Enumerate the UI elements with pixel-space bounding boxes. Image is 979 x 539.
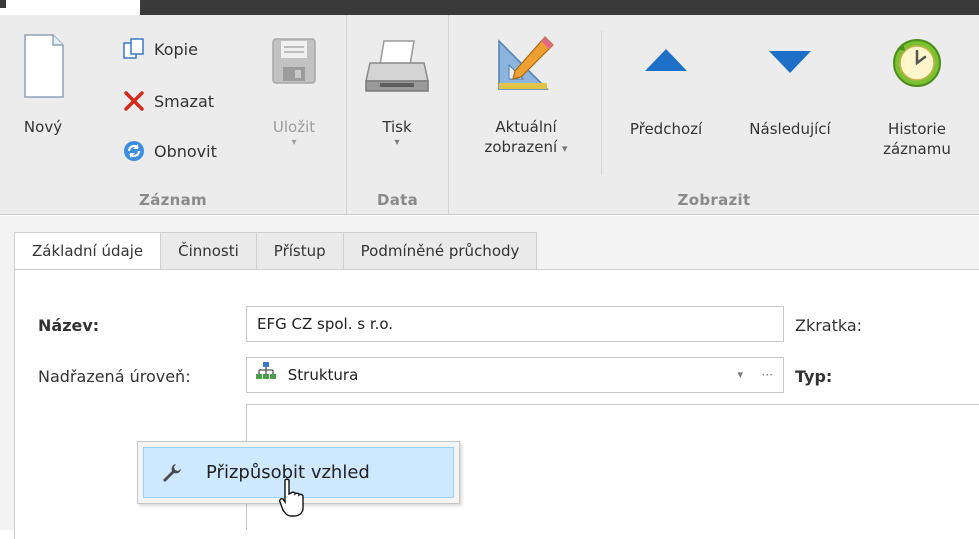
aktualni-label-line2-wrap: zobrazení ▾ [463,137,589,159]
nadrazena-ellipsis-button[interactable]: ··· [762,358,773,392]
tisk-dropdown-caret[interactable]: ▾ [361,137,433,149]
ribbon-group-zobrazit: Aktuální zobrazení ▾ Předchozí Následují… [449,15,979,215]
historie-zaznamu-button[interactable]: Historie záznamu [867,37,967,159]
nadrazena-dropdown-caret[interactable]: ▾ [737,358,743,392]
group-label-data: Data [376,191,419,209]
tab-strip: Základní údaje Činnosti Přístup Podmíněn… [14,232,538,270]
ribbon: Nový Kopie Smazat Obnovit Uložit ▾ Zázna… [0,15,979,215]
historie-label-line1: Historie [888,120,946,138]
nasledujici-label: Následující [749,120,831,138]
history-clock-icon [893,39,941,87]
novy-button[interactable]: Nový [14,33,72,137]
historie-label-line2: záznamu [883,140,951,158]
nazev-label: Název: [38,316,100,335]
refresh-icon [122,139,146,163]
group-label-zaznam: Záznam [139,191,207,209]
nasledujici-button[interactable]: Následující [731,37,849,139]
copy-icon [122,37,146,61]
title-strip-mark [0,0,6,8]
ulozit-button[interactable]: Uložit ▾ [262,37,326,149]
smazat-label: Smazat [154,91,215,111]
predchozi-button[interactable]: Předchozí [611,37,721,139]
org-structure-icon [255,359,277,393]
title-strip-dark [140,0,979,15]
kopie-label: Kopie [154,39,198,59]
typ-label: Typ: [795,367,833,386]
printer-icon [365,40,429,92]
tab-zakladni-udaje[interactable]: Základní údaje [14,232,162,270]
delete-x-icon [122,89,146,113]
mouse-pointer-icon [279,478,304,517]
zkratka-label: Zkratka: [795,316,863,335]
obnovit-button[interactable]: Obnovit [122,139,217,163]
ribbon-group-zaznam: Nový Kopie Smazat Obnovit Uložit ▾ Zázna… [0,15,347,215]
smazat-button[interactable]: Smazat [122,89,214,113]
tab-podminene-pruchody[interactable]: Podmíněné průchody [343,232,538,270]
ruler-pencil-icon [498,36,554,90]
obnovit-label: Obnovit [154,141,217,161]
ulozit-label: Uložit [272,118,316,136]
zobrazit-separator [601,31,602,175]
tab-pristup[interactable]: Přístup [256,232,344,270]
title-strip [0,0,979,15]
ulozit-dropdown-caret[interactable]: ▾ [262,137,326,149]
group-label-zobrazit: Zobrazit [677,191,751,209]
arrow-up-icon [645,49,687,71]
nazev-input[interactable]: EFG CZ spol. s r.o. [246,306,784,342]
novy-label: Nový [23,118,63,136]
predchozi-label: Předchozí [629,120,703,138]
tab-cinnosti[interactable]: Činnosti [161,232,257,270]
aktualni-dropdown-caret[interactable]: ▾ [562,142,568,155]
aktualni-label-line2: zobrazení [484,138,558,156]
nadrazena-uroven-select[interactable]: Struktura ▾ ··· [246,357,784,393]
wrench-icon [160,461,184,485]
kopie-button[interactable]: Kopie [122,37,198,61]
aktualni-label-line1: Aktuální [495,118,557,136]
tisk-button[interactable]: Tisk ▾ [361,37,433,149]
arrow-down-icon [769,51,811,73]
save-disk-icon [272,38,316,84]
nadrazena-uroven-value: Struktura [287,366,359,384]
tisk-label: Tisk [382,118,412,136]
aktualni-zobrazeni-button[interactable]: Aktuální zobrazení ▾ [463,33,589,159]
nadrazena-uroven-label: Nadřazená úroveň: [38,367,191,386]
new-document-icon [24,34,64,98]
ribbon-group-data: Tisk ▾ Data [347,15,449,215]
